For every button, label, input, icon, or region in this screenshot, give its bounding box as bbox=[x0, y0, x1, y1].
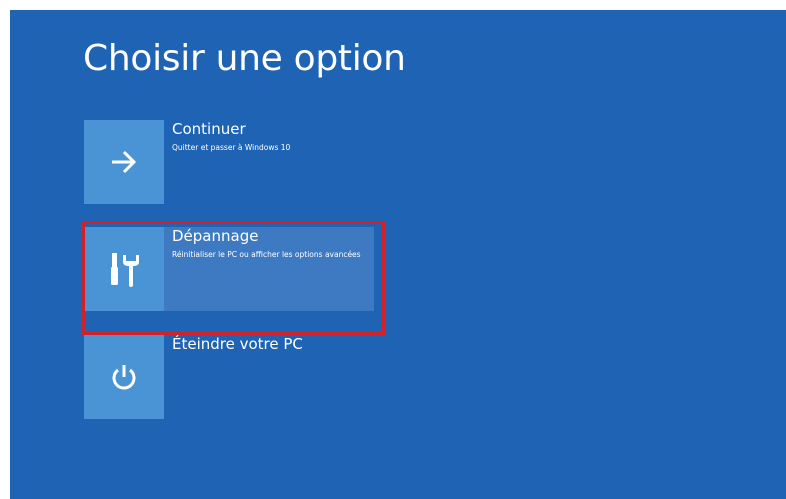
option-continue-description: Quitter et passer à Windows 10 bbox=[172, 143, 291, 152]
page-title: Choisir une option bbox=[83, 38, 406, 79]
option-troubleshoot-description: Réinitialiser le PC ou afficher les opti… bbox=[172, 250, 361, 259]
tools-icon bbox=[111, 253, 139, 287]
option-troubleshoot-tile[interactable] bbox=[84, 227, 164, 311]
recovery-screen: Choisir une option Continuer Quitter et … bbox=[10, 10, 786, 499]
option-shutdown-title: Éteindre votre PC bbox=[172, 335, 303, 353]
arrow-right-icon bbox=[112, 150, 137, 174]
power-icon bbox=[112, 365, 136, 390]
option-continue-title: Continuer bbox=[172, 120, 246, 138]
option-troubleshoot[interactable]: Dépannage Réinitialiser le PC ou affiche… bbox=[84, 227, 374, 311]
option-shutdown[interactable]: Éteindre votre PC bbox=[84, 335, 374, 419]
option-continue-tile[interactable] bbox=[84, 120, 164, 204]
option-continue[interactable]: Continuer Quitter et passer à Windows 10 bbox=[84, 120, 374, 204]
option-shutdown-tile[interactable] bbox=[84, 335, 164, 419]
option-troubleshoot-title: Dépannage bbox=[172, 227, 259, 245]
